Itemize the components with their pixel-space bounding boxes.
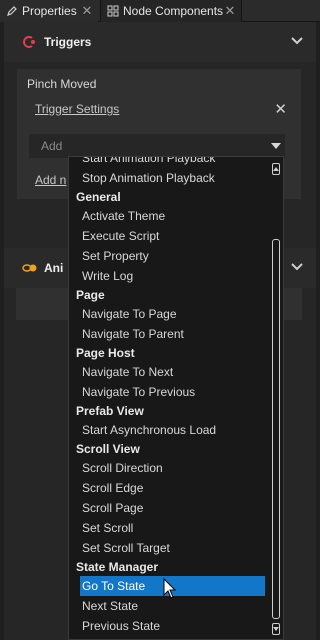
chevron-down-icon[interactable] [290,260,304,274]
dropdown-items: Start Animation Playback Stop Animation P… [69,157,269,636]
dropdown-category: General [76,190,121,204]
scroll-down-icon[interactable] [272,623,280,635]
scrollbar[interactable] [271,163,281,635]
pencil-icon [5,4,19,18]
add-new-link[interactable]: Add n [35,173,66,187]
triggers-section-header[interactable]: Triggers [4,22,316,62]
dropdown-category: Page Host [76,346,135,360]
dropdown-item[interactable]: Set Scroll [69,518,269,538]
dropdown-item[interactable]: Navigate To Next [69,362,269,382]
scrollbar-thumb[interactable] [272,239,280,619]
trigger-settings-link[interactable]: Trigger Settings [35,102,119,116]
animations-title: Ani [44,261,64,275]
trigger-name: Pinch Moved [27,77,97,91]
mouse-cursor-icon [163,578,177,599]
dropdown-item[interactable]: Navigate To Previous [69,382,269,402]
dropdown-item[interactable]: Scroll Page [69,498,269,518]
dropdown-item[interactable]: Start Animation Playback [69,157,269,168]
dropdown-category: State Manager [76,560,159,574]
dropdown-item[interactable]: Write Log [69,266,269,286]
dropdown-item[interactable]: Start Asynchronous Load [69,420,269,440]
add-placeholder: Add [41,139,63,153]
tab-node-components[interactable]: Node Components ✕ [100,0,242,22]
triggers-title: Triggers [44,35,92,49]
dropdown-item[interactable]: Execute Script [69,226,269,246]
tab-bar: Properties ✕ Node Components ✕ [0,0,320,22]
tab-properties-label: Properties [22,4,77,18]
dropdown-category: Page [76,288,105,302]
chevron-down-icon[interactable] [290,34,304,48]
close-icon[interactable]: ✕ [223,3,237,19]
dropdown-item[interactable]: Navigate To Page [69,304,269,324]
add-action-dropdown[interactable]: Add [29,134,285,158]
scroll-up-icon[interactable] [272,163,280,175]
components-icon [106,4,120,18]
dropdown-item[interactable]: Scroll Direction [69,458,269,478]
dropdown-arrow-icon [271,143,281,149]
dropdown-item[interactable]: Set Property [69,246,269,266]
action-dropdown-list[interactable]: Start Animation Playback Stop Animation P… [68,156,284,640]
tab-node-components-label: Node Components [123,4,224,18]
tab-properties[interactable]: Properties ✕ [0,0,98,22]
trigger-icon [22,35,38,49]
dropdown-item[interactable]: Activate Theme [69,206,269,226]
close-icon[interactable]: ✕ [80,3,94,19]
dropdown-item[interactable]: Set Scroll Target [69,538,269,558]
dropdown-category: Prefab View [76,404,144,418]
dropdown-item[interactable]: Stop Animation Playback [69,168,269,188]
dropdown-category: Scroll View [76,442,140,456]
dropdown-item[interactable]: Scroll Edge [69,478,269,498]
remove-trigger-icon[interactable]: ✕ [274,100,287,118]
animation-icon [22,261,38,275]
dropdown-item[interactable]: Previous State [69,616,269,636]
dropdown-item[interactable]: Navigate To Parent [69,324,269,344]
